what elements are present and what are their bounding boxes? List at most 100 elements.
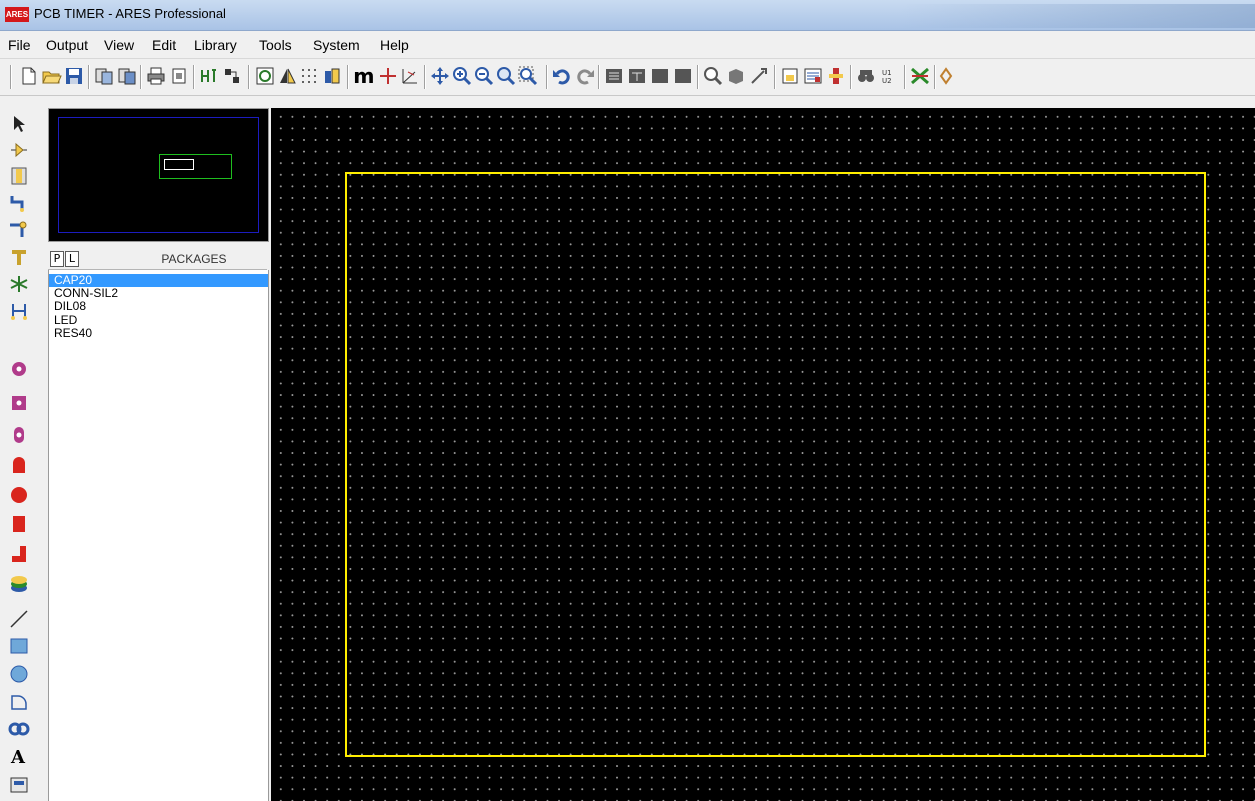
symbol-icon[interactable] [8,772,30,794]
selection-icon[interactable] [8,113,30,135]
package-item-res40[interactable]: RES40 [49,327,268,340]
block-delete-icon[interactable] [673,66,693,86]
block-move-icon[interactable] [627,66,647,86]
arc-icon[interactable] [8,691,30,713]
ratsnest-tool-icon[interactable] [8,273,30,295]
edge-pad-icon[interactable] [8,454,30,476]
svg-text:m: m [353,64,374,88]
toolbar-separator [193,65,195,89]
menu-tools[interactable]: Tools [259,37,292,53]
window-title: PCB TIMER - ARES Professional [34,6,226,21]
menu-system[interactable]: System [313,37,360,53]
toolbar-separator [347,65,349,89]
svg-text:U1: U1 [882,69,892,77]
open-folder-icon[interactable] [42,66,62,86]
path-icon[interactable] [8,718,30,740]
toolbar-separator [904,65,906,89]
title-bar-decoration [900,4,1255,28]
zoom-area-icon[interactable] [518,66,538,86]
zoom-in-icon[interactable] [452,66,472,86]
flip-icon[interactable] [277,66,297,86]
text-icon[interactable]: A [8,745,30,767]
circle-smd-icon[interactable] [8,484,30,506]
pcb-editing-canvas[interactable] [271,108,1255,801]
toolbar-separator [598,65,600,89]
layers-icon[interactable] [322,66,342,86]
app-logo: ARES [5,7,29,22]
square-pad-icon[interactable] [8,392,30,414]
board-edge-outline [345,172,1206,757]
pan-icon[interactable] [430,66,450,86]
line-icon[interactable] [8,608,30,630]
pick-icon[interactable] [703,66,723,86]
autoroute-icon[interactable] [826,66,846,86]
title-bar: ARES PCB TIMER - ARES Professional [0,0,1255,31]
search-icon[interactable] [856,66,876,86]
pick-packages-button[interactable]: P [50,251,64,267]
toggle-icon[interactable]: U1 U2 [879,66,899,86]
origin-icon[interactable] [378,66,398,86]
toolbar-separator [697,65,699,89]
overview-view-rect [164,159,194,170]
autoplacer-icon[interactable] [939,66,953,86]
design-rule-icon[interactable] [780,66,800,86]
new-file-icon[interactable] [19,66,39,86]
rect-smd-icon[interactable] [8,513,30,535]
netlist-icon[interactable] [222,66,242,86]
via-icon[interactable] [8,219,30,241]
coordinates-icon[interactable] [400,66,420,86]
zoom-out-icon[interactable] [474,66,494,86]
track-icon[interactable] [8,192,30,214]
toolbar-separator [546,65,548,89]
grid-icon[interactable] [299,66,319,86]
zone-icon[interactable] [8,246,30,268]
print-area-icon[interactable] [169,66,189,86]
toolbar-separator [88,65,90,89]
toolbar-separator [934,65,936,89]
zoom-all-icon[interactable] [496,66,516,86]
connectivity-tool-icon[interactable] [8,300,30,322]
polygonal-pad-icon[interactable] [8,543,30,565]
import-icon[interactable] [94,66,114,86]
toolbar-separator [774,65,776,89]
decompose-icon[interactable] [749,66,769,86]
round-pad-icon[interactable] [8,358,30,380]
package-item-dil08[interactable]: DIL08 [49,300,268,313]
menu-library[interactable]: Library [194,37,237,53]
menu-file[interactable]: File [8,37,31,53]
menu-edit[interactable]: Edit [152,37,176,53]
overview-window[interactable] [48,108,269,242]
packages-list: CAP20 CONN-SIL2 DIL08 LED RES40 [48,270,269,801]
print-icon[interactable] [146,66,166,86]
redo-icon[interactable] [575,66,595,86]
menu-help[interactable]: Help [380,37,409,53]
block-rotate-icon[interactable] [650,66,670,86]
svg-text:A: A [10,747,26,767]
block-copy-icon[interactable] [604,66,624,86]
toolbar-separator [850,65,852,89]
menu-bar: File Output View Edit Library Tools Syst… [0,31,1255,59]
component-mode-icon[interactable] [199,66,219,86]
box-icon[interactable] [8,635,30,657]
toolbar-separator [140,65,142,89]
save-icon[interactable] [64,66,84,86]
main-toolbar: m U1 U2 [0,59,1255,96]
connectivity-icon[interactable] [803,66,823,86]
toolbar-separator [424,65,426,89]
dil-pad-icon[interactable] [8,424,30,446]
package-icon[interactable] [8,165,30,187]
library-manager-button[interactable]: L [65,251,79,267]
export-icon[interactable] [117,66,137,86]
refresh-icon[interactable] [255,66,275,86]
mode-toolbar: A [0,108,40,801]
toolbar-separator [10,65,12,89]
padstack-icon[interactable] [8,573,30,595]
make-package-icon[interactable] [726,66,746,86]
menu-output[interactable]: Output [46,37,88,53]
component-icon[interactable] [8,139,30,161]
menu-view[interactable]: View [104,37,134,53]
circle-icon[interactable] [8,663,30,685]
undo-icon[interactable] [552,66,572,86]
ratsnest-icon[interactable] [910,66,930,86]
metric-icon[interactable]: m [352,64,376,88]
